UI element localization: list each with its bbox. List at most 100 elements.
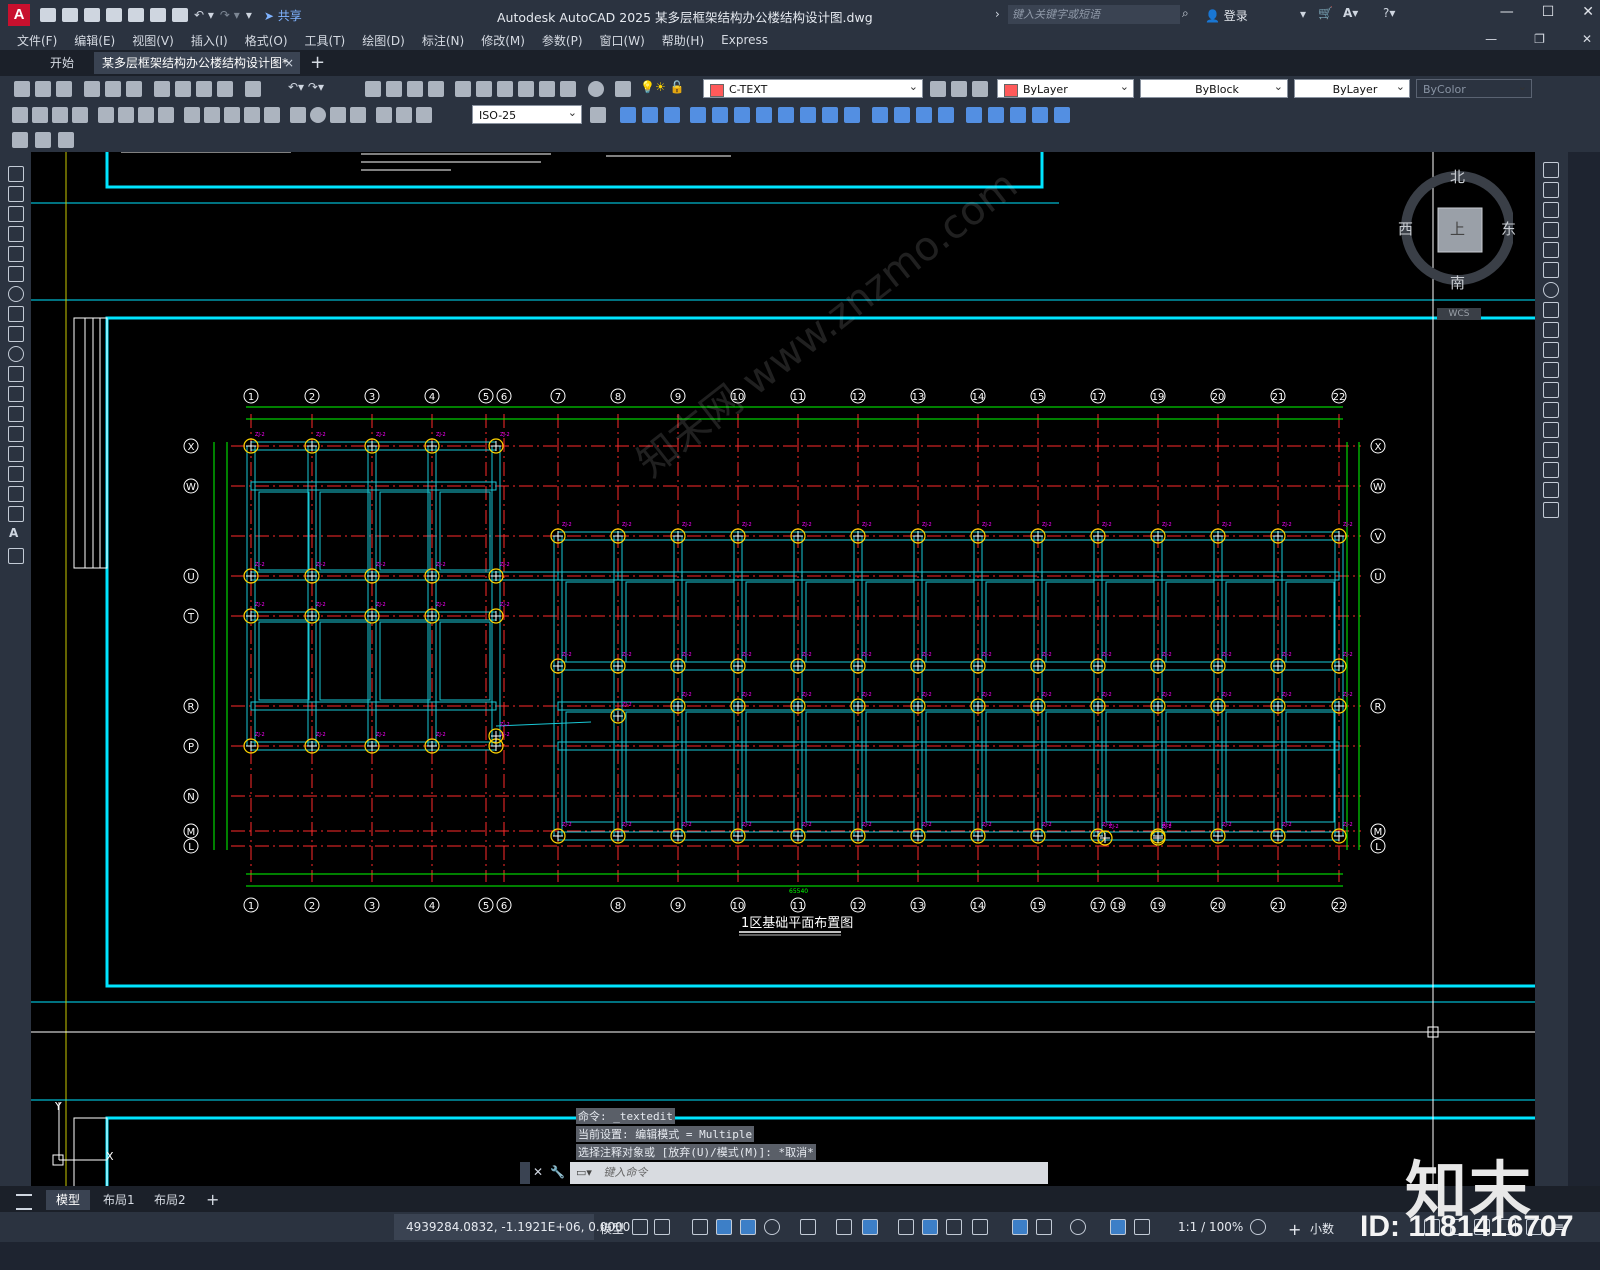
scale-icon[interactable] xyxy=(1543,302,1559,318)
save-web-icon[interactable] xyxy=(150,8,166,22)
tab-layout1[interactable]: 布局1 xyxy=(103,1190,135,1210)
undo-toolbar-icon[interactable]: ↶▾ ↷▾ xyxy=(288,80,324,94)
clean-icon[interactable] xyxy=(938,107,954,123)
menu-format[interactable]: 格式(O) xyxy=(245,32,288,49)
tab-layout2[interactable]: 布局2 xyxy=(154,1190,186,1210)
layer-state-icon[interactable]: 💡☀ 🔓 xyxy=(640,80,684,94)
color-dropdown[interactable]: ByLayer xyxy=(997,77,1134,98)
menu-modify[interactable]: 修改(M) xyxy=(481,32,525,49)
layer-walk-icon[interactable] xyxy=(58,132,74,148)
diameter-dim-icon[interactable] xyxy=(138,107,154,123)
line-icon[interactable] xyxy=(8,166,24,182)
viewcube-east[interactable]: 东 xyxy=(1501,218,1516,239)
doc-restore-icon[interactable]: ❐ xyxy=(1534,32,1545,46)
copy-object-icon[interactable] xyxy=(1543,182,1559,198)
cmd-prompt-icon[interactable]: ▭▾ xyxy=(576,1166,592,1179)
autodesk-account-icon[interactable]: A▾ xyxy=(1343,6,1358,20)
join-icon[interactable] xyxy=(1543,422,1559,438)
zoom-window-icon[interactable] xyxy=(407,81,423,97)
help-toolbar-icon[interactable] xyxy=(588,81,604,97)
array-icon[interactable] xyxy=(1543,242,1559,258)
subtract-icon[interactable] xyxy=(642,107,658,123)
ortho-icon[interactable] xyxy=(740,1219,756,1235)
copy-edges-icon[interactable] xyxy=(872,107,888,123)
auto-scale-icon[interactable] xyxy=(1134,1219,1150,1235)
erase-icon[interactable] xyxy=(1543,162,1559,178)
inspection-icon[interactable] xyxy=(330,107,346,123)
help-icon[interactable]: ?▾ xyxy=(1383,6,1395,20)
annotation-monitor-icon[interactable]: + xyxy=(1288,1220,1301,1239)
zoom-realtime-icon[interactable] xyxy=(386,81,402,97)
menu-edit[interactable]: 编辑(E) xyxy=(74,32,115,49)
arc-length-icon[interactable] xyxy=(52,107,68,123)
mtext-icon[interactable]: A xyxy=(9,526,18,540)
mirror-icon[interactable] xyxy=(1543,202,1559,218)
matchprop-icon[interactable] xyxy=(217,81,233,97)
dim-text-edit-icon[interactable] xyxy=(396,107,412,123)
viewcube-west[interactable]: 西 xyxy=(1398,218,1413,239)
cursor-coordinates[interactable]: 4939284.0832, -1.1921E+06, 0.0000 xyxy=(406,1220,630,1234)
open-web-icon[interactable] xyxy=(128,8,144,22)
cmd-grip[interactable] xyxy=(520,1162,530,1184)
open-file-icon[interactable] xyxy=(62,8,78,22)
construction-line-icon[interactable] xyxy=(8,186,24,202)
offset-faces-icon[interactable] xyxy=(734,107,750,123)
quick-dim-icon[interactable] xyxy=(184,107,200,123)
dim-style-dropdown[interactable]: ISO-25 xyxy=(472,103,582,124)
object-tracking-icon[interactable] xyxy=(836,1219,852,1235)
print-icon[interactable] xyxy=(172,8,188,22)
design-center-icon[interactable] xyxy=(476,81,492,97)
paste-icon[interactable] xyxy=(196,81,212,97)
infer-constraints-icon[interactable] xyxy=(692,1219,708,1235)
grid-icon[interactable] xyxy=(632,1219,648,1235)
doc-close-icon[interactable]: ✕ xyxy=(1582,32,1592,46)
trim-icon[interactable] xyxy=(1543,342,1559,358)
login-button[interactable]: 👤 登录 xyxy=(1205,7,1248,24)
table-draw-icon[interactable] xyxy=(8,506,24,522)
3d-osnap-icon[interactable] xyxy=(972,1219,988,1235)
insert-block-icon[interactable] xyxy=(8,386,24,402)
qnew-icon[interactable] xyxy=(14,81,30,97)
break-point-icon[interactable] xyxy=(1543,382,1559,398)
pan-icon[interactable] xyxy=(365,81,381,97)
snap-icon[interactable] xyxy=(654,1219,670,1235)
revcloud-icon[interactable] xyxy=(8,306,24,322)
share-button[interactable]: ➤ 共享 xyxy=(264,7,302,24)
menu-draw[interactable]: 绘图(D) xyxy=(362,32,405,49)
ellipse-arc-icon[interactable] xyxy=(8,366,24,382)
check-icon[interactable] xyxy=(1010,107,1026,123)
osnap-icon[interactable] xyxy=(862,1219,878,1235)
viewcube-top[interactable]: 上 xyxy=(1450,218,1465,239)
doc-minimize-icon[interactable]: — xyxy=(1485,32,1497,46)
new-tab-button[interactable]: + xyxy=(310,52,325,74)
color-faces-icon[interactable] xyxy=(844,107,860,123)
dim-break-icon[interactable] xyxy=(264,107,280,123)
tab-start[interactable]: 开始 xyxy=(50,52,88,74)
linetype-dropdown[interactable]: ByBlock xyxy=(1140,77,1288,98)
dim-update-icon[interactable] xyxy=(416,107,432,123)
publish-icon[interactable] xyxy=(126,81,142,97)
ordinate-dim-icon[interactable] xyxy=(72,107,88,123)
wcs-menu[interactable]: WCS xyxy=(1437,308,1481,320)
polar-icon[interactable] xyxy=(764,1219,780,1235)
isodraft-icon[interactable] xyxy=(800,1219,816,1235)
customize-qa-icon[interactable]: ▾ xyxy=(246,8,252,22)
dim-space-icon[interactable] xyxy=(244,107,260,123)
menu-dimension[interactable]: 标注(N) xyxy=(422,32,464,49)
copy-icon[interactable] xyxy=(175,81,191,97)
table-icon[interactable] xyxy=(35,132,51,148)
layer-dropdown[interactable]: C-TEXT xyxy=(703,77,923,98)
viewcube[interactable]: 北 南 西 东 上 WCS xyxy=(1398,164,1516,320)
cut-icon[interactable] xyxy=(154,81,170,97)
tool-palettes-icon[interactable] xyxy=(497,81,513,97)
intersect-icon[interactable] xyxy=(664,107,680,123)
close-icon[interactable]: ✕ xyxy=(1582,4,1594,20)
viewcube-south[interactable]: 南 xyxy=(1450,272,1465,293)
region-icon[interactable] xyxy=(8,486,24,502)
point-icon[interactable] xyxy=(8,426,24,442)
add-layout-button[interactable]: + xyxy=(206,1190,219,1210)
selection-filter-icon[interactable] xyxy=(1036,1219,1052,1235)
command-input[interactable]: ▭▾ 键入命令 xyxy=(570,1162,1048,1184)
undo-icon[interactable]: ↶ ▾ xyxy=(194,8,214,22)
radius-dim-icon[interactable] xyxy=(98,107,114,123)
